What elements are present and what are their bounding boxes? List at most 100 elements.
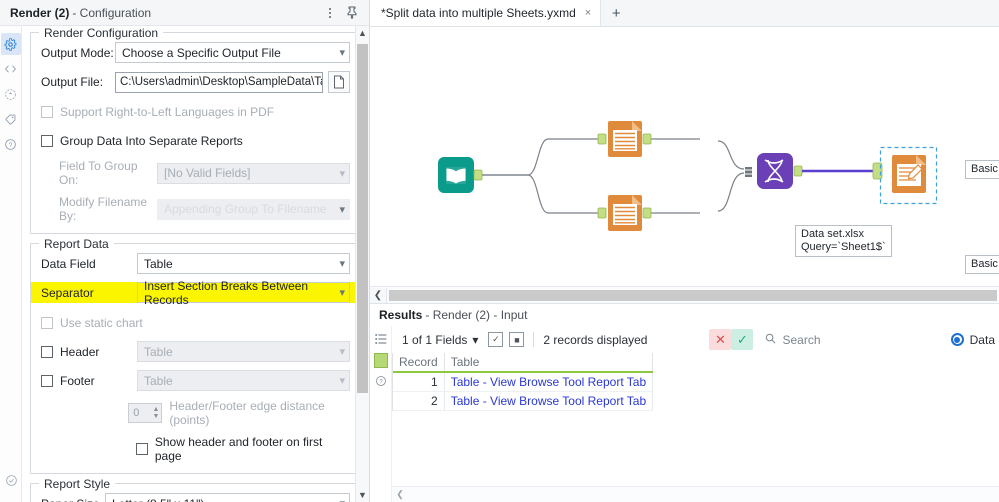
edge-distance-stepper[interactable]: 0 ▲ ▼ (128, 403, 163, 423)
scrollbar-thumb[interactable] (356, 44, 368, 394)
group-data-checkbox[interactable] (41, 134, 53, 147)
modify-filename-value: Appending Group To Filename (164, 202, 327, 216)
footer-label: Footer (60, 373, 95, 388)
footer-checkbox[interactable] (41, 374, 53, 387)
canvas-horizontal-scrollbar[interactable]: ❮ (370, 286, 999, 303)
footer-select: Table ▾ (137, 370, 350, 391)
browse-file-button[interactable] (328, 71, 350, 93)
table1-node-label: Basic Table (965, 160, 999, 179)
header-checkbox[interactable] (41, 345, 53, 358)
column-header-record[interactable]: Record (393, 353, 445, 373)
paper-size-row: Paper Size Letter (8.5" x 11") ▾ (41, 493, 350, 502)
table-header-row: Record Table (393, 353, 654, 373)
report-style-group: Report Style Paper Size Letter (8.5" x 1… (30, 477, 361, 502)
tab-bar: *Split data into multiple Sheets.yxmd × … (370, 0, 999, 27)
data-field-value: Table (144, 256, 173, 271)
configuration-body: ? Render Configuration Output Mode: Choo… (0, 26, 369, 502)
gear-icon[interactable] (0, 33, 21, 55)
configuration-title: Render (2) (10, 5, 70, 20)
deselect-all-fields-button[interactable]: ■ (509, 332, 525, 347)
header-label: Header (60, 344, 100, 359)
rtl-languages-row[interactable]: Support Right-to-Left Languages in PDF (41, 101, 350, 122)
clear-results-button[interactable]: ✕ (709, 329, 732, 350)
header-value: Table (144, 344, 173, 359)
input-anchor-icon[interactable] (372, 351, 390, 369)
chevron-down-icon: ▾ (339, 375, 345, 387)
configuration-vertical-scrollbar[interactable]: ▲ ▼ (355, 26, 369, 502)
results-content: 1 of 1 Fields ▾ ✓ ■ 2 records displayed … (392, 326, 999, 502)
help-icon[interactable]: ? (372, 372, 390, 390)
canvas-scroll-thumb[interactable] (389, 289, 997, 301)
group-data-row[interactable]: Group Data Into Separate Reports (41, 130, 350, 151)
field-to-group-value: [No Valid Fields] (164, 166, 251, 180)
chevron-down-icon: ▾ (339, 258, 345, 270)
cell-table[interactable]: Table - View Browse Tool Report Tab (444, 372, 654, 392)
chevron-left-icon[interactable]: ❮ (392, 488, 408, 502)
chevron-down-icon: ▾ (339, 287, 345, 299)
select-all-fields-button[interactable]: ✓ (488, 332, 504, 347)
alteryx-designer-window: Render (2) - Configuration ? Render Conf… (0, 0, 999, 502)
results-subtitle: - Render (2) - Input (425, 308, 528, 322)
data-view-radio-control[interactable] (950, 333, 964, 346)
workflow-tab[interactable]: *Split data into multiple Sheets.yxmd × (370, 0, 602, 26)
output-mode-select[interactable]: Choose a Specific Output File ▾ (115, 42, 350, 63)
scroll-up-icon[interactable]: ▲ (356, 26, 370, 40)
render-configuration-legend: Render Configuration (39, 26, 164, 40)
search-input[interactable]: Search (765, 332, 821, 347)
table2-node-label: Basic Table (965, 255, 999, 274)
output-file-input[interactable]: C:\Users\admin\Desktop\SampleData\Task\O… (115, 71, 323, 93)
results-panel: Results - Render (2) - Input ? 1 of 1 Fi… (370, 303, 999, 502)
help-icon[interactable]: ? (1, 133, 21, 155)
add-tab-button[interactable]: + (601, 0, 631, 26)
paper-size-value: Letter (8.5" x 11") (112, 497, 204, 502)
results-title: Results (379, 308, 423, 322)
check-circle-icon[interactable] (1, 469, 21, 491)
chevron-left-icon[interactable]: ❮ (370, 287, 387, 303)
overflow-menu-icon[interactable] (319, 3, 341, 23)
use-static-chart-row[interactable]: Use static chart (41, 312, 350, 333)
code-icon[interactable] (1, 58, 21, 80)
configuration-subtitle: - Configuration (72, 5, 152, 20)
close-icon[interactable]: × (585, 7, 591, 19)
search-placeholder: Search (782, 332, 821, 347)
paper-size-select[interactable]: Letter (8.5" x 11") ▾ (105, 493, 350, 502)
results-horizontal-scrollbar[interactable]: ❮ (392, 486, 999, 502)
data-field-label: Data Field (41, 256, 96, 271)
render-configuration-group: Render Configuration Output Mode: Choose… (30, 26, 361, 234)
results-grid-wrapper: Record Table 1 Table - View Browse Tool … (392, 353, 654, 411)
column-header-table[interactable]: Table (444, 353, 654, 373)
list-icon[interactable] (372, 330, 390, 348)
cell-table[interactable]: Table - View Browse Tool Report Tab (444, 391, 654, 411)
report-style-legend: Report Style (39, 477, 116, 491)
workspace-area: *Split data into multiple Sheets.yxmd × … (370, 0, 999, 502)
output-file-row: Output File: C:\Users\admin\Desktop\Samp… (41, 71, 350, 93)
svg-text:?: ? (379, 379, 383, 385)
results-grid[interactable]: Record Table 1 Table - View Browse Tool … (392, 353, 999, 486)
show-header-footer-checkbox[interactable] (135, 443, 148, 455)
records-displayed-label: 2 records displayed (543, 332, 648, 347)
scroll-down-icon[interactable]: ▼ (356, 488, 370, 502)
footer-value: Table (144, 373, 173, 388)
chevron-down-icon: ▾ (339, 203, 345, 216)
report-data-legend: Report Data (39, 237, 114, 251)
separator-select[interactable]: Insert Section Breaks Between Records ▾ (137, 279, 350, 307)
field-to-group-row: Field To Group On: [No Valid Fields] ▾ (41, 159, 350, 187)
data-field-select[interactable]: Table ▾ (137, 253, 350, 274)
workflow-tab-label: *Split data into multiple Sheets.yxmd (381, 6, 576, 20)
scrollbar-track[interactable] (356, 40, 370, 488)
table-row[interactable]: 1 Table - View Browse Tool Report Tab (393, 372, 654, 392)
show-header-footer-row[interactable]: Show header and footer on first page (41, 435, 350, 463)
fields-selector[interactable]: 1 of 1 Fields ▾ (398, 333, 482, 347)
tag-icon[interactable] (1, 108, 21, 130)
workflow-canvas[interactable]: Data set.xlsx Query=`Sheet1$` Basic Tabl… (370, 27, 999, 286)
rtl-languages-checkbox[interactable] (41, 105, 53, 118)
output-mode-label: Output Mode: (41, 45, 114, 60)
edge-distance-row: 0 ▲ ▼ Header/Footer edge distance (points… (41, 399, 350, 427)
data-view-radio[interactable]: Data (950, 333, 999, 347)
table-row[interactable]: 2 Table - View Browse Tool Report Tab (393, 391, 654, 411)
refresh-icon[interactable] (1, 83, 21, 105)
use-static-chart-checkbox[interactable] (41, 316, 53, 329)
stepper-arrows-icon[interactable]: ▲ ▼ (152, 405, 159, 421)
accept-results-button[interactable]: ✓ (731, 329, 754, 350)
pin-icon[interactable] (341, 3, 363, 23)
